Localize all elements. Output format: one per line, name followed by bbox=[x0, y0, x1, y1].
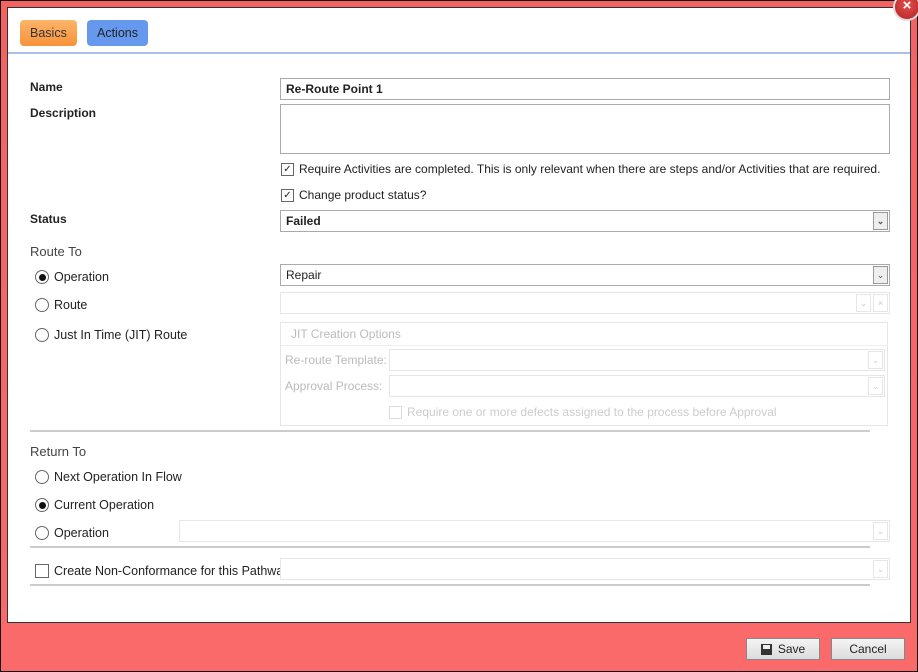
divider bbox=[281, 345, 887, 346]
radio-icon bbox=[35, 298, 49, 312]
radio-icon bbox=[35, 328, 49, 342]
require-activities-label: Require Activities are completed. This i… bbox=[299, 162, 881, 176]
route-select[interactable]: ⌄ × bbox=[280, 292, 890, 314]
checkbox-icon bbox=[35, 564, 49, 578]
route-to-jit-radio[interactable]: Just In Time (JIT) Route bbox=[35, 328, 187, 342]
tab-bar: Basics Actions bbox=[8, 8, 910, 54]
reroute-template-label: Re-route Template: bbox=[285, 353, 387, 367]
radio-icon bbox=[35, 470, 49, 484]
jit-options-group: JIT Creation Options Re-route Template: … bbox=[280, 322, 888, 426]
return-to-heading: Return To bbox=[30, 444, 87, 459]
radio-selected-icon bbox=[35, 498, 49, 512]
jit-title: JIT Creation Options bbox=[291, 327, 401, 341]
route-to-heading: Route To bbox=[30, 244, 82, 259]
dialog-frame: Basics Actions Name Re-Route Point 1 Des… bbox=[0, 0, 918, 672]
description-input[interactable] bbox=[280, 104, 890, 154]
require-defects-checkbox[interactable]: Require one or more defects assigned to … bbox=[389, 405, 777, 419]
save-label: Save bbox=[777, 642, 806, 656]
route-operation-select[interactable]: Repair ⌄ bbox=[280, 264, 890, 286]
return-operation-radio[interactable]: Operation bbox=[35, 526, 109, 540]
radio-label: Next Operation In Flow bbox=[54, 470, 182, 484]
dialog-body: Basics Actions Name Re-Route Point 1 Des… bbox=[7, 7, 911, 623]
radio-selected-icon bbox=[35, 270, 49, 284]
chevron-down-icon[interactable]: ⌄ bbox=[868, 377, 883, 395]
checkbox-icon bbox=[389, 405, 402, 419]
reroute-template-select[interactable]: ⌄ bbox=[389, 349, 885, 371]
route-to-operation-radio[interactable]: Operation bbox=[35, 270, 109, 284]
require-defects-label: Require one or more defects assigned to … bbox=[407, 405, 777, 419]
check-icon: ✓ bbox=[281, 162, 294, 176]
change-status-checkbox[interactable]: ✓ Change product status? bbox=[281, 188, 426, 202]
divider bbox=[30, 584, 870, 586]
route-to-route-radio[interactable]: Route bbox=[35, 298, 87, 312]
non-conformance-checkbox[interactable]: Create Non-Conformance for this Pathway bbox=[35, 564, 290, 578]
tab-basics[interactable]: Basics bbox=[20, 20, 77, 46]
cancel-button[interactable]: Cancel bbox=[831, 638, 905, 660]
non-conformance-label: Create Non-Conformance for this Pathway bbox=[54, 564, 290, 578]
require-activities-checkbox[interactable]: ✓ Require Activities are completed. This… bbox=[281, 162, 880, 176]
non-conformance-select[interactable]: ⌄ bbox=[280, 558, 890, 580]
chevron-down-icon[interactable]: ⌄ bbox=[868, 351, 883, 369]
radio-label: Just In Time (JIT) Route bbox=[54, 328, 188, 342]
save-icon bbox=[760, 643, 772, 655]
check-icon: ✓ bbox=[281, 188, 294, 202]
divider bbox=[30, 430, 870, 432]
save-button[interactable]: Save bbox=[746, 638, 820, 660]
status-select[interactable]: Failed ⌄ bbox=[280, 210, 890, 232]
change-status-label: Change product status? bbox=[299, 188, 427, 202]
clear-icon[interactable]: × bbox=[873, 294, 888, 312]
chevron-down-icon[interactable]: ⌄ bbox=[873, 266, 888, 284]
radio-icon bbox=[35, 526, 49, 540]
name-label: Name bbox=[30, 80, 63, 94]
chevron-down-icon[interactable]: ⌄ bbox=[856, 294, 871, 312]
approval-process-label: Approval Process: bbox=[285, 379, 383, 393]
status-label: Status bbox=[30, 212, 67, 226]
name-input[interactable]: Re-Route Point 1 bbox=[280, 78, 890, 100]
tab-actions[interactable]: Actions bbox=[87, 20, 148, 46]
radio-label: Operation bbox=[54, 526, 109, 540]
status-value: Failed bbox=[286, 214, 321, 228]
chevron-down-icon[interactable]: ⌄ bbox=[873, 522, 888, 540]
approval-process-select[interactable]: ⌄ bbox=[389, 375, 885, 397]
chevron-down-icon[interactable]: ⌄ bbox=[873, 560, 888, 578]
form-content: Name Re-Route Point 1 Description ✓ Requ… bbox=[8, 56, 910, 622]
chevron-down-icon[interactable]: ⌄ bbox=[873, 212, 888, 230]
return-operation-select[interactable]: ⌄ bbox=[179, 520, 890, 542]
divider bbox=[30, 546, 870, 548]
radio-label: Current Operation bbox=[54, 498, 155, 512]
route-operation-value: Repair bbox=[286, 268, 322, 282]
return-current-operation-radio[interactable]: Current Operation bbox=[35, 498, 154, 512]
radio-label: Route bbox=[54, 298, 88, 312]
return-next-operation-radio[interactable]: Next Operation In Flow bbox=[35, 470, 182, 484]
radio-label: Operation bbox=[54, 270, 109, 284]
description-label: Description bbox=[30, 106, 97, 120]
